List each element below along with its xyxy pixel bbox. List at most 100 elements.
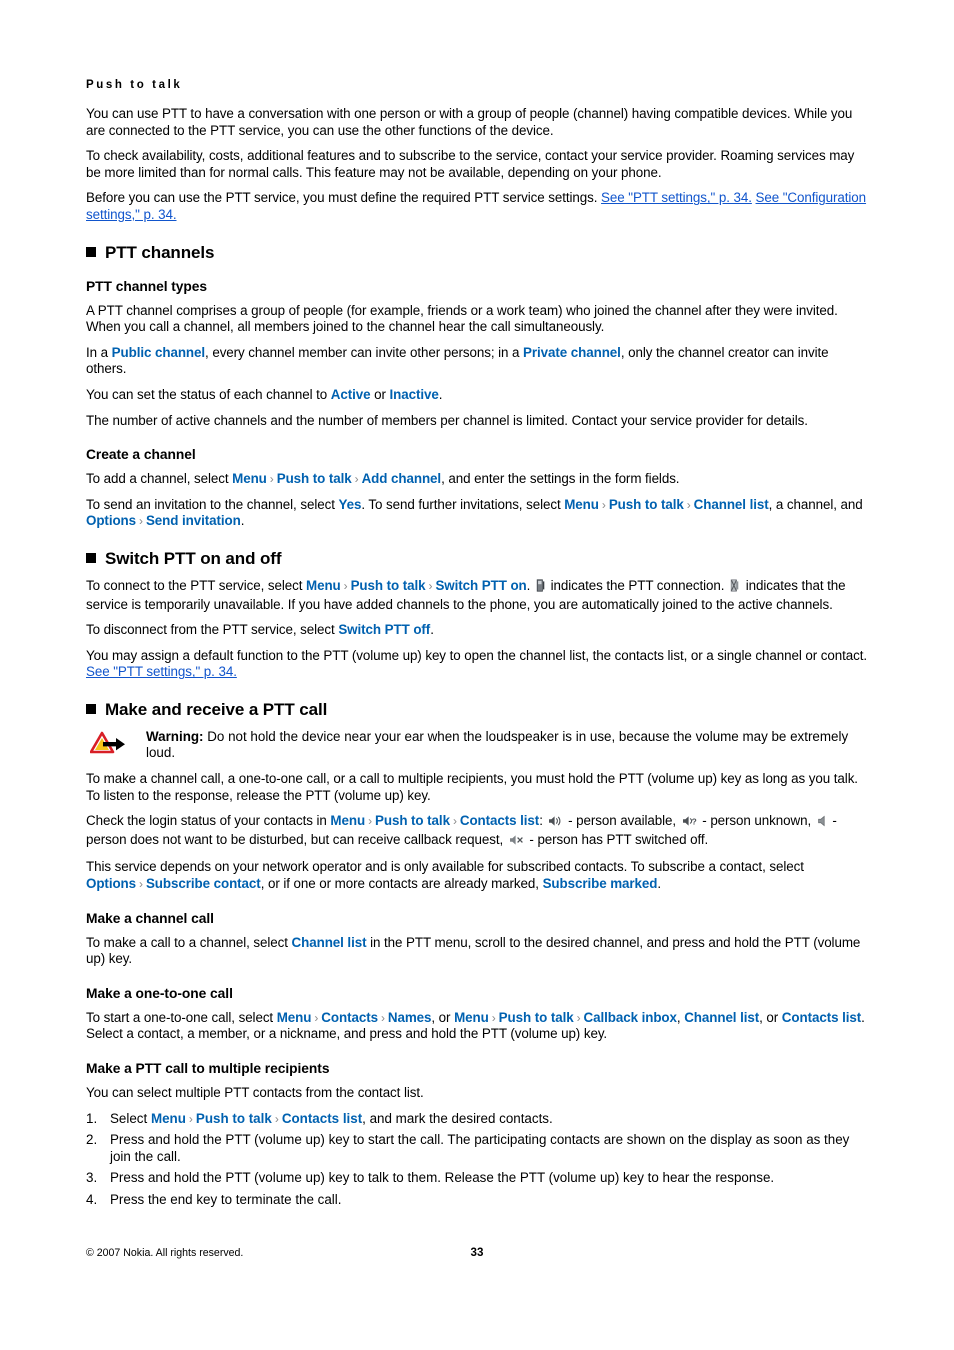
chevron-right-icon: › (428, 578, 433, 593)
one-to-one-paragraph-1: To start a one-to-one call, select Menu ›… (86, 1010, 868, 1043)
text-fragment: . (240, 513, 245, 529)
text-fragment: - person has PTT switched off. (525, 831, 709, 847)
section-heading-switch-ptt-label: Switch PTT on and off (105, 548, 282, 568)
text-fragment: In a (86, 344, 112, 360)
text-fragment: . (657, 876, 662, 892)
ui-term-menu: Menu (306, 577, 341, 593)
text-fragment: indicates the PTT connection. (546, 577, 729, 593)
text-fragment: , every channel member can invite other … (205, 344, 524, 360)
text-fragment: , and mark the desired contacts. (362, 1110, 553, 1126)
chevron-right-icon: › (601, 497, 606, 512)
ui-term-push-to-talk: Push to talk (375, 813, 450, 829)
ui-term-channel-list: Channel list (684, 1009, 760, 1025)
text-fragment: To start a one-to-one call, select (86, 1009, 277, 1025)
ui-term-menu: Menu (564, 496, 599, 512)
subheading-create-a-channel: Create a channel (86, 447, 196, 463)
link-ptt-settings[interactable]: See "PTT settings," p. 34. (86, 664, 237, 679)
ui-term-active: Active (330, 386, 371, 402)
text-fragment: . (438, 386, 443, 402)
list-item: Press and hold the PTT (volume up) key t… (86, 1132, 850, 1164)
text-fragment: , and enter the settings in the form fie… (441, 471, 680, 487)
ui-term-contacts-list: Contacts list (459, 813, 540, 829)
list-item: Select Menu › Push to talk › Contacts list, … (86, 1111, 868, 1128)
ui-term-options: Options (86, 876, 137, 892)
ptt-connected-icon (536, 579, 545, 597)
subheading-ptt-channel-types: PTT channel types (86, 278, 208, 294)
section-heading-switch-ptt: Switch PTT on and off (86, 549, 868, 569)
running-header: Push to talk (86, 79, 183, 91)
section-heading-ptt-channels-label: PTT channels (105, 242, 215, 262)
ui-term-names: Names (387, 1009, 432, 1025)
chevron-right-icon: › (354, 472, 359, 487)
speaker-unknown-icon: ? (682, 815, 697, 832)
ui-term-options: Options (86, 513, 137, 529)
ui-term-contacts: Contacts (321, 1009, 378, 1025)
warning-block: Warning: Do not hold the device near you… (86, 729, 868, 762)
ui-term-callback-inbox: Callback inbox (583, 1009, 677, 1025)
text-fragment: To make a call to a channel, select (86, 934, 292, 950)
channel-types-paragraph-3: You can set the status of each channel t… (86, 387, 868, 404)
text-fragment: : (539, 813, 547, 829)
chevron-right-icon: › (188, 1111, 193, 1126)
ui-term-switch-ptt-on: Switch PTT on (435, 577, 527, 593)
document-page: Push to talk You can use PTT to have a c… (86, 0, 868, 1350)
text-fragment: You can set the status of each channel t… (86, 386, 331, 402)
section-heading-make-receive-call-label: Make and receive a PTT call (105, 699, 328, 719)
multiple-recipients-paragraph-1: You can select multiple PTT contacts fro… (86, 1085, 424, 1100)
ui-term-push-to-talk: Push to talk (195, 1110, 272, 1126)
warning-triangle-arrow-icon (89, 731, 128, 755)
warning-text: Warning: Do not hold the device near you… (146, 729, 868, 762)
svg-text:?: ? (691, 817, 696, 827)
text-fragment: - person available, (564, 813, 680, 829)
channel-types-paragraph-1: A PTT channel comprises a group of peopl… (86, 302, 838, 335)
ui-term-menu: Menu (276, 1009, 312, 1025)
list-item: Press the end key to terminate the call. (86, 1191, 342, 1208)
text-fragment: Select (110, 1110, 151, 1126)
ui-term-send-invitation: Send invitation (145, 513, 241, 529)
make-receive-paragraph-3: This service depends on your network ope… (86, 859, 868, 892)
ui-term-subscribe-marked: Subscribe marked (542, 876, 658, 892)
text-fragment: You may assign a default function to the… (86, 647, 868, 663)
link-ptt-settings[interactable]: See "PTT settings," p. 34. (601, 190, 752, 205)
ui-term-menu: Menu (330, 813, 366, 829)
text-fragment: To disconnect from the PTT service, sele… (86, 622, 339, 638)
ui-term-add-channel: Add channel (361, 471, 442, 487)
ui-term-push-to-talk: Push to talk (608, 496, 684, 512)
ui-term-push-to-talk: Push to talk (276, 471, 352, 487)
ui-term-channel-list: Channel list (693, 496, 769, 512)
ptt-unavailable-icon (730, 579, 740, 597)
text-fragment: or (370, 386, 390, 402)
text-fragment: - person unknown, (698, 813, 815, 829)
section-heading-make-receive-call: Make and receive a PTT call (86, 700, 868, 720)
square-bullet-icon (86, 246, 96, 257)
text-fragment: To send an invitation to the channel, se… (86, 496, 339, 512)
speaker-dnd-icon (817, 815, 827, 832)
intro-paragraph-2: To check availability, costs, additional… (86, 148, 855, 180)
ui-term-private-channel: Private channel (523, 344, 621, 360)
ui-term-yes: Yes (338, 496, 362, 512)
ui-term-menu: Menu (232, 471, 267, 487)
switch-paragraph-2: To disconnect from the PTT service, sele… (86, 622, 868, 639)
chevron-right-icon: › (380, 1010, 385, 1025)
channel-call-paragraph-1: To make a call to a channel, select Chan… (86, 935, 868, 968)
chevron-right-icon: › (343, 578, 348, 593)
text-fragment: Check the login status of your contacts … (86, 813, 331, 829)
switch-paragraph-1: To connect to the PTT service, select Me… (86, 578, 868, 613)
ui-term-public-channel: Public channel (111, 344, 206, 360)
warning-body: Do not hold the device near your ear whe… (146, 728, 849, 761)
page-content: You can use PTT to have a conversation w… (86, 106, 868, 1214)
create-channel-paragraph-1: To add a channel, select Menu › Push to ta… (86, 471, 868, 488)
text-fragment: . (430, 622, 434, 638)
chevron-right-icon: › (269, 472, 274, 487)
ui-term-menu: Menu (454, 1009, 489, 1025)
make-receive-paragraph-1: To make a channel call, a one-to-one cal… (86, 771, 858, 803)
intro-p3-text: Before you can use the PTT service, you … (86, 190, 602, 206)
ui-term-push-to-talk: Push to talk (498, 1009, 574, 1025)
text-fragment: . To send further invitations, select (361, 496, 565, 512)
ui-term-switch-ptt-off: Switch PTT off (338, 622, 431, 638)
ui-term-contacts-list: Contacts list (281, 1110, 363, 1126)
warning-label: Warning: (146, 728, 204, 744)
square-bullet-icon (86, 552, 96, 563)
list-item: Press and hold the PTT (volume up) key t… (86, 1170, 775, 1186)
square-bullet-icon (86, 703, 96, 714)
